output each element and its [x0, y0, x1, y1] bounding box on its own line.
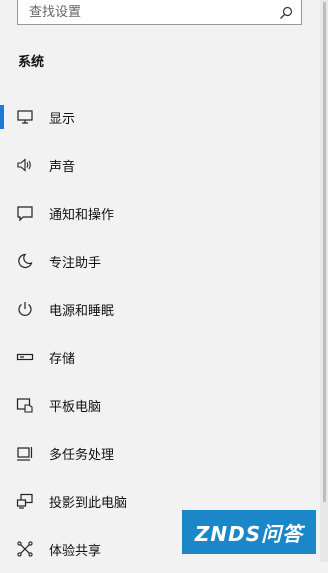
- nav-item-label: 专注助手: [49, 255, 102, 271]
- nav-item-power-sleep[interactable]: 电源和睡眠: [0, 285, 328, 333]
- nav-item-label: 体验共享: [49, 543, 102, 559]
- nav-item-multitasking[interactable]: 多任务处理: [0, 429, 328, 477]
- settings-nav: 显示 声音 通知和操作 专注助手 电源和睡眠 存储 平板电脑 多任务处理 投影到…: [0, 93, 328, 573]
- nav-item-storage[interactable]: 存储: [0, 333, 328, 381]
- search-icon[interactable]: [277, 4, 295, 22]
- nav-item-display[interactable]: 显示: [0, 93, 328, 141]
- monitor-icon: [16, 108, 34, 126]
- nav-item-label: 声音: [49, 159, 76, 175]
- tablet-icon: [16, 396, 34, 414]
- shared-experiences-icon: [16, 540, 34, 558]
- speaker-icon: [16, 156, 34, 174]
- moon-icon: [16, 252, 34, 270]
- scrollbar[interactable]: [320, 0, 328, 562]
- nav-item-label: 平板电脑: [49, 399, 102, 415]
- power-icon: [16, 300, 34, 318]
- nav-item-label: 显示: [49, 111, 76, 127]
- nav-item-sound[interactable]: 声音: [0, 141, 328, 189]
- projection-icon: [16, 492, 34, 510]
- search-input[interactable]: [18, 0, 277, 26]
- watermark-logo: ZNDS问答: [182, 510, 316, 554]
- nav-item-label: 多任务处理: [49, 447, 115, 463]
- section-title: 系统: [18, 55, 45, 70]
- nav-item-notifications[interactable]: 通知和操作: [0, 189, 328, 237]
- multitasking-icon: [16, 444, 34, 462]
- scrollbar-thumb[interactable]: [323, 2, 326, 502]
- nav-item-tablet[interactable]: 平板电脑: [0, 381, 328, 429]
- notification-icon: [16, 204, 34, 222]
- nav-item-focus-assist[interactable]: 专注助手: [0, 237, 328, 285]
- nav-item-label: 投影到此电脑: [49, 495, 128, 511]
- storage-icon: [16, 348, 34, 366]
- nav-item-label: 通知和操作: [49, 207, 115, 223]
- search-box[interactable]: [17, 0, 302, 26]
- nav-item-label: 电源和睡眠: [49, 303, 115, 319]
- nav-item-label: 存储: [49, 351, 76, 367]
